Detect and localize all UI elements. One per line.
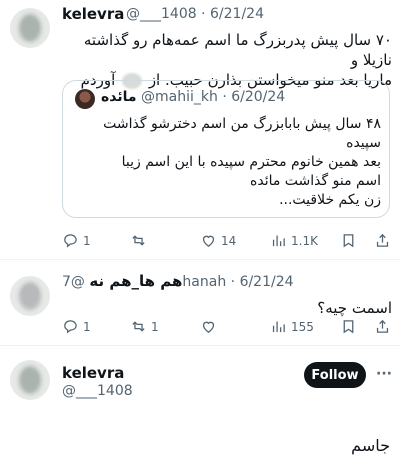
retweet-button[interactable]: 1	[130, 318, 159, 335]
share-button[interactable]	[374, 232, 391, 249]
tweet-text-line: ۷۰ سال پیش پدربزرگ ما اسم عمه‌هام رو گذا…	[83, 31, 392, 69]
tweet-actions: 1 1 155	[62, 318, 392, 336]
retweet-count: 1	[151, 319, 159, 334]
share-button[interactable]	[374, 318, 391, 335]
retweet-icon	[132, 321, 145, 332]
tweet-text: جاسم	[351, 436, 390, 455]
avatar[interactable]	[10, 8, 50, 48]
views-button[interactable]: 1.1K	[270, 232, 318, 249]
tweet-meta: @___1408 · 6/21/24	[126, 6, 264, 22]
reply-count: 1	[83, 319, 91, 334]
tweet-header: هم ها_هم نه @7hanah · 6/21/24	[62, 272, 294, 290]
share-icon	[376, 233, 389, 247]
bookmark-button[interactable]	[340, 232, 357, 249]
tweet-text: اسمت چیه؟	[317, 299, 392, 317]
meta-separator: ·	[230, 274, 236, 290]
avatar[interactable]	[10, 360, 50, 400]
bookmark-icon	[343, 320, 354, 334]
quote-text: ۴۸ سال پیش بابابزرگ من اسم دخترشو گذاشت …	[75, 115, 381, 210]
reply-icon	[64, 320, 77, 334]
divider	[0, 259, 400, 260]
quote-date: 6/20/24	[231, 89, 286, 105]
bookmark-button[interactable]	[340, 318, 357, 335]
tweet-date[interactable]: 6/21/24	[240, 274, 294, 290]
quote-text-line: سپیده	[346, 135, 381, 151]
quote-text-line: زن یکم خلاقیت...	[279, 192, 381, 208]
like-count: 14	[221, 233, 237, 248]
heart-icon	[202, 321, 215, 333]
views-icon	[272, 321, 285, 333]
reply-button[interactable]: 1	[62, 232, 91, 249]
bookmark-icon	[343, 234, 354, 248]
avatar[interactable]	[10, 276, 50, 316]
more-options-icon[interactable]: ···	[376, 366, 392, 382]
quote-text-line: بعد همین خانوم محترم سپیده با این اسم زی…	[121, 154, 381, 170]
follow-button[interactable]: Follow	[304, 362, 366, 388]
author-name[interactable]: هم ها_هم نه	[89, 272, 182, 290]
reply-icon	[64, 234, 77, 248]
tweet-actions: 1 14 1.1K	[62, 232, 392, 250]
like-button[interactable]: 14	[200, 232, 236, 249]
quote-avatar	[75, 89, 95, 109]
meta-separator: ·	[201, 6, 206, 22]
reply-count: 1	[83, 233, 91, 248]
author-handle[interactable]: @___1408	[126, 6, 197, 22]
author-handle[interactable]: @___1408	[62, 383, 133, 399]
heart-icon	[202, 235, 215, 247]
quote-text-line: اسم منو گذاشت مائده	[250, 173, 381, 189]
views-count: 155	[291, 319, 314, 334]
quote-header: مائده @mahii_kh · 6/20/24	[101, 89, 285, 105]
author-name[interactable]: kelevra	[62, 5, 124, 23]
divider	[0, 345, 400, 346]
retweet-button[interactable]	[130, 232, 151, 249]
meta-separator: ·	[222, 89, 227, 105]
quote-handle: @mahii_kh	[141, 89, 218, 105]
views-count: 1.1K	[291, 233, 318, 248]
views-button[interactable]: 155	[270, 318, 314, 335]
quote-text-line: ۴۸ سال پیش بابابزرگ من اسم دخترشو گذاشت	[103, 116, 381, 132]
share-icon	[376, 319, 389, 333]
like-button[interactable]	[200, 318, 221, 335]
tweet-date[interactable]: 6/21/24	[210, 6, 264, 22]
retweet-icon	[132, 235, 145, 246]
author-name[interactable]: kelevra	[62, 364, 124, 382]
quote-author-name: مائده	[101, 89, 137, 105]
views-icon	[272, 235, 285, 247]
quote-card[interactable]: مائده @mahii_kh · 6/20/24 ۴۸ سال پیش باب…	[62, 80, 390, 218]
reply-button[interactable]: 1	[62, 318, 91, 335]
